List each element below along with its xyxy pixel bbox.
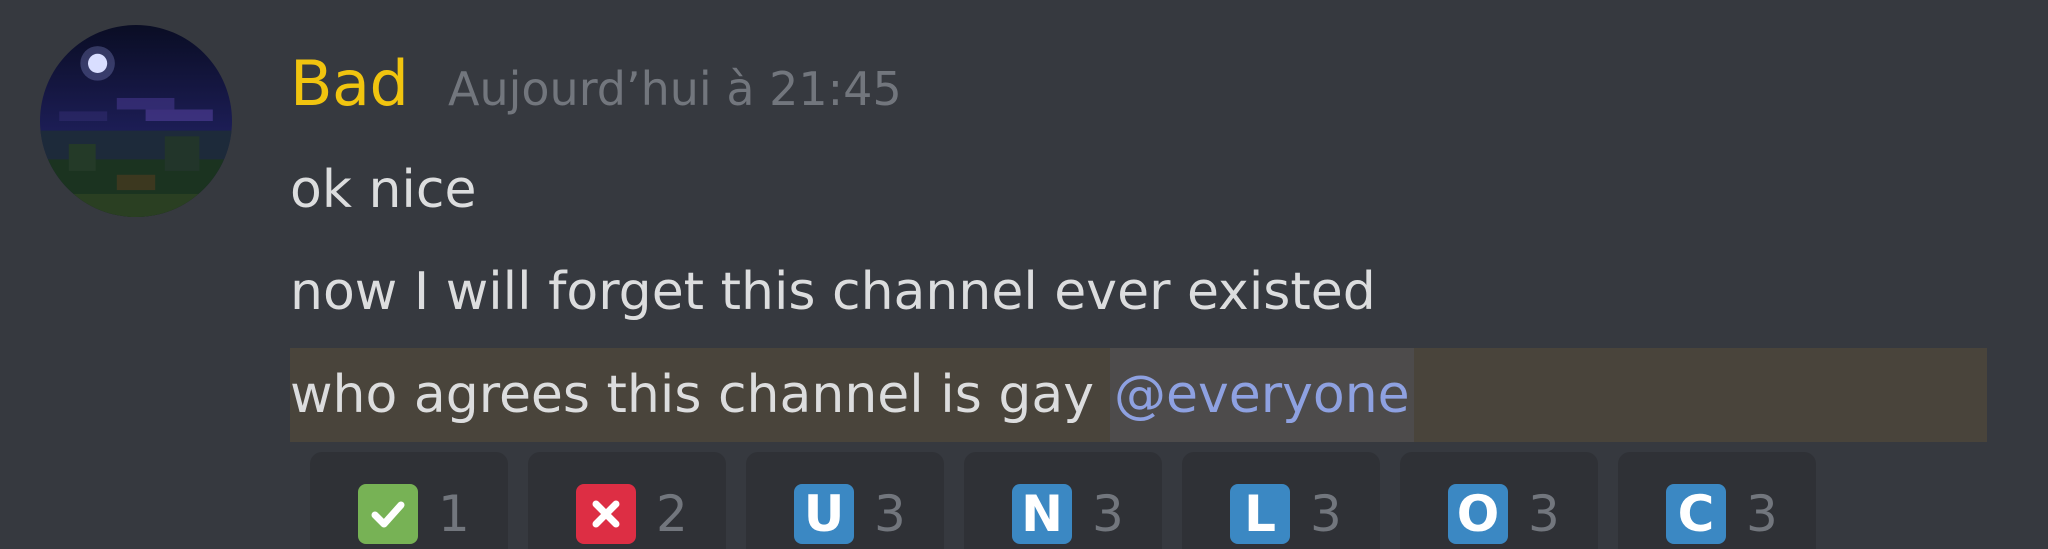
reaction-count: 3 [874,485,906,543]
regional-indicator-o-icon: O [1448,484,1508,544]
reaction-count: 3 [1310,485,1342,543]
reaction-count: 3 [1092,485,1124,543]
regional-indicator-c-icon: C [1666,484,1726,544]
reaction-letter-o[interactable]: O 3 [1400,452,1598,549]
reaction-count: 1 [438,485,470,543]
night-landscape-avatar-image [40,25,232,217]
message-line: ok nice [290,160,477,220]
reaction-count: 3 [1746,485,1778,543]
reaction-count: 3 [1528,485,1560,543]
reaction-cross[interactable]: 2 [528,452,726,549]
reactions-bar: 1 2 U 3 N 3 L 3 O 3 C 3 [310,452,1816,549]
message-timestamp: Aujourd’hui à 21:45 [448,62,902,116]
cross-mark-icon [576,484,636,544]
regional-indicator-n-icon: N [1012,484,1072,544]
check-mark-icon [358,484,418,544]
message-line: now I will forget this channel ever exis… [290,262,1376,322]
author-name[interactable]: Bad [290,44,409,124]
reaction-letter-u[interactable]: U 3 [746,452,944,549]
regional-indicator-l-icon: L [1230,484,1290,544]
everyone-mention[interactable]: @everyone [1109,348,1414,442]
reaction-letter-n[interactable]: N 3 [964,452,1162,549]
message-line: who agrees this channel is gay [290,365,1094,425]
regional-indicator-u-icon: U [794,484,854,544]
avatar[interactable] [40,25,232,217]
reaction-letter-c[interactable]: C 3 [1618,452,1816,549]
reaction-check[interactable]: 1 [310,452,508,549]
reaction-letter-l[interactable]: L 3 [1182,452,1380,549]
mention-highlighted-message: who agrees this channel is gay @everyone [290,348,1987,442]
reaction-count: 2 [656,485,688,543]
